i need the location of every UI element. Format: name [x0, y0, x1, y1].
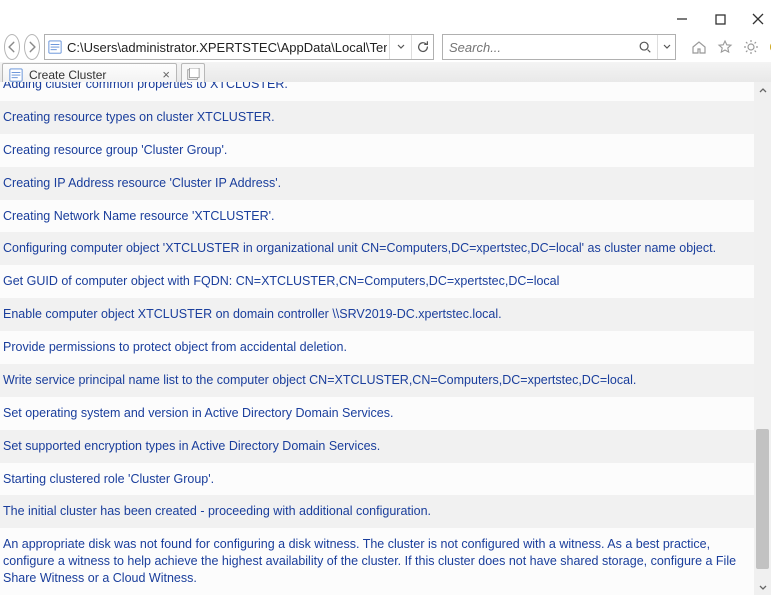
log-line: Write service principal name list to the… [0, 364, 754, 397]
log-line: The initial cluster has been created - p… [0, 495, 754, 528]
log-line: Creating Network Name resource 'XTCLUSTE… [0, 200, 754, 233]
log-line: Provide permissions to protect object fr… [0, 331, 754, 364]
log-line: Creating IP Address resource 'Cluster IP… [0, 167, 754, 200]
address-dropdown[interactable] [389, 35, 411, 59]
log-content: Adding cluster common properties to XTCL… [0, 82, 754, 595]
forward-button[interactable] [24, 34, 40, 60]
close-window-button[interactable] [751, 12, 765, 26]
menu-bar [0, 0, 771, 4]
log-line: Set supported encryption types in Active… [0, 430, 754, 463]
vertical-scrollbar[interactable] [754, 82, 771, 595]
search-bar [442, 34, 676, 60]
log-line: Get GUID of computer object with FQDN: C… [0, 265, 754, 298]
log-line: Set operating system and version in Acti… [0, 397, 754, 430]
tab-favicon-icon [9, 68, 23, 82]
address-input[interactable] [65, 40, 389, 55]
log-line: Creating resource types on cluster XTCLU… [0, 101, 754, 134]
log-line: Starting clustered role 'Cluster Group'. [0, 463, 754, 496]
search-button[interactable] [633, 40, 657, 54]
tools-icon[interactable] [742, 38, 760, 56]
log-line: Adding cluster common properties to XTCL… [0, 82, 754, 101]
back-button[interactable] [4, 34, 20, 60]
tab-close-icon[interactable]: × [162, 67, 170, 82]
log-line: Configuring computer object 'XTCLUSTER i… [0, 232, 754, 265]
scroll-down-arrow[interactable] [754, 578, 771, 595]
search-input[interactable] [443, 40, 633, 55]
favorites-icon[interactable] [716, 38, 734, 56]
log-line: Creating resource group 'Cluster Group'. [0, 134, 754, 167]
maximize-button[interactable] [713, 12, 727, 26]
window-controls [675, 12, 765, 26]
scroll-up-arrow[interactable] [754, 82, 771, 99]
search-dropdown[interactable] [657, 35, 675, 59]
refresh-button[interactable] [411, 35, 433, 59]
log-line: Enable computer object XTCLUSTER on doma… [0, 298, 754, 331]
tab-title: Create Cluster [29, 68, 156, 82]
home-icon[interactable] [690, 38, 708, 56]
scroll-thumb[interactable] [756, 429, 769, 569]
command-bar [690, 38, 771, 56]
log-line: An appropriate disk was not found for co… [0, 528, 754, 595]
minimize-button[interactable] [675, 12, 689, 26]
toolbar [0, 32, 771, 62]
page-favicon-icon [45, 40, 65, 54]
address-bar [44, 34, 434, 60]
